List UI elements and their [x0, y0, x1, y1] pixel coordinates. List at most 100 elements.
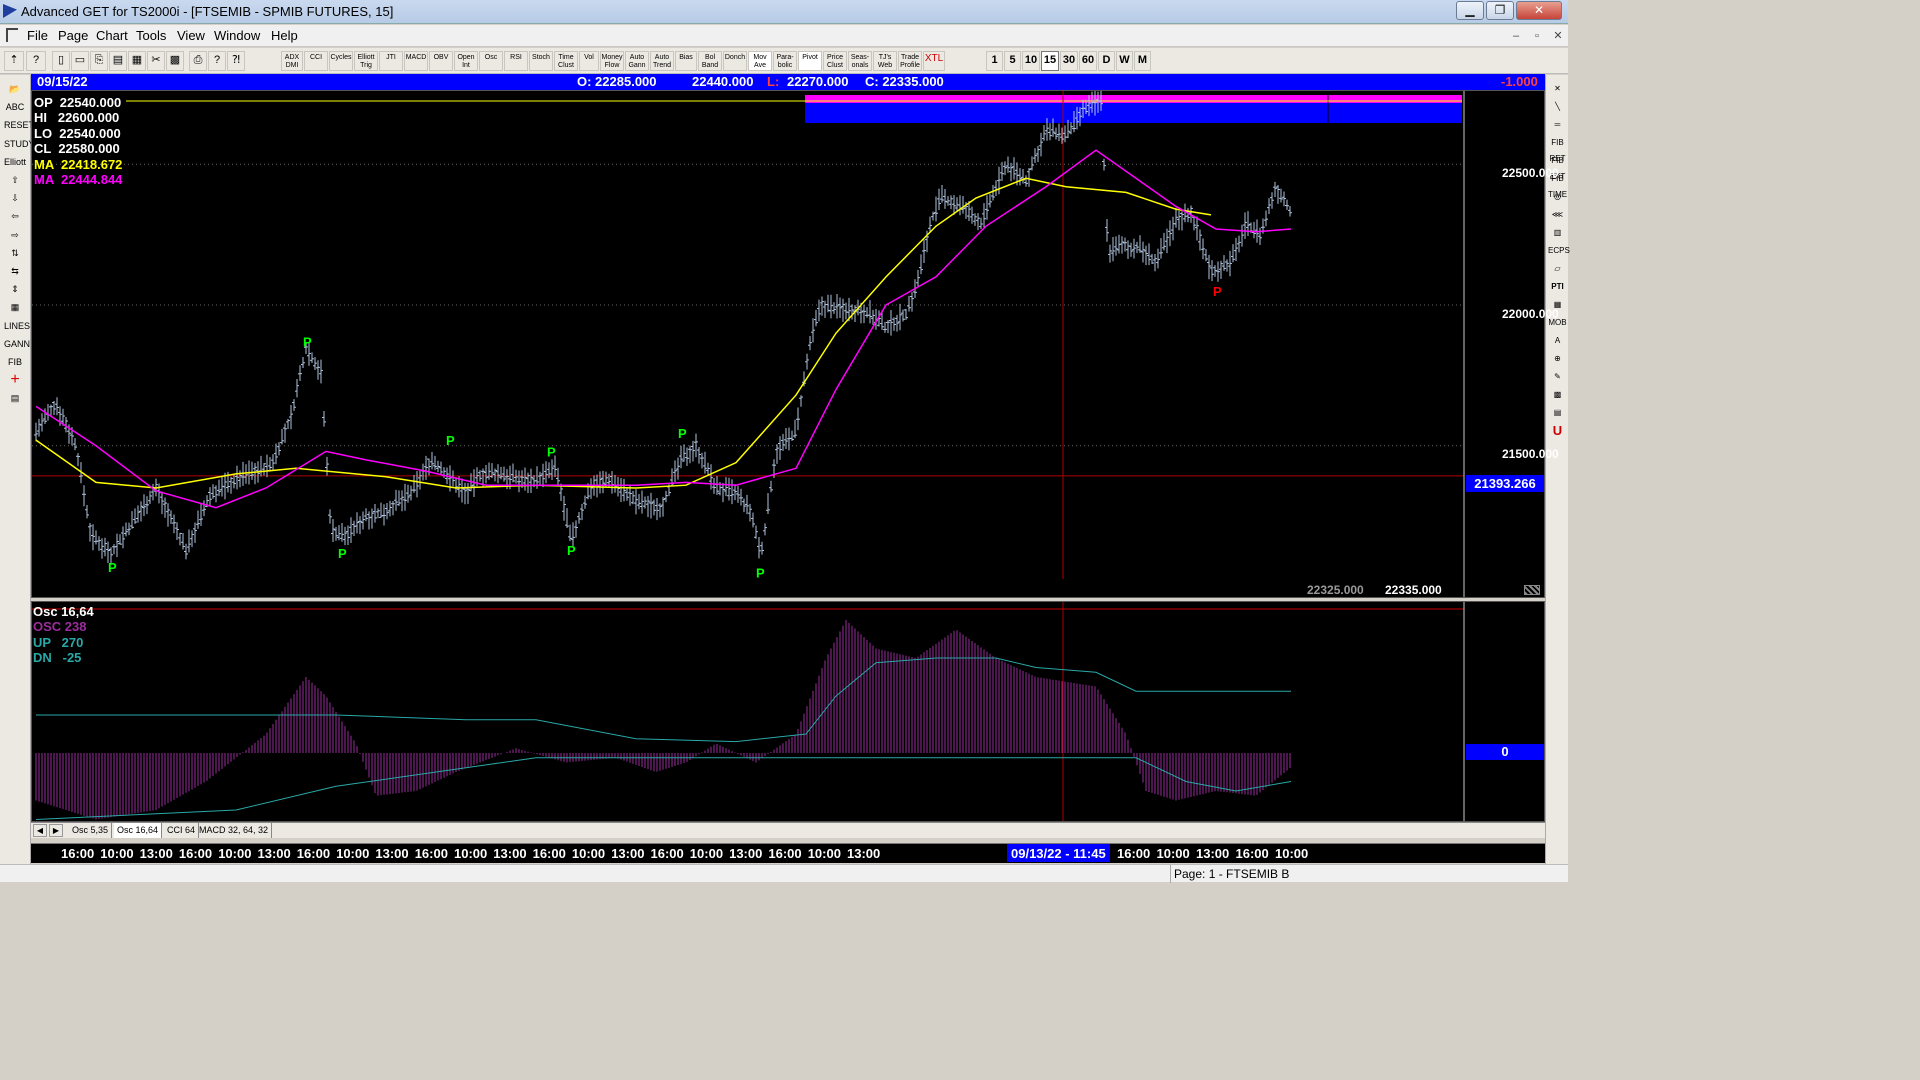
study-button-vol[interactable]: Vol [579, 51, 599, 71]
study-button-rsi[interactable]: RSI [504, 51, 528, 71]
right-tool-0-icon[interactable]: ✕ [1548, 81, 1567, 97]
menu-window[interactable]: Window [214, 28, 260, 43]
study-button-bias[interactable]: Bias [675, 51, 697, 71]
right-tool-6-icon[interactable]: ◎ [1548, 189, 1567, 205]
tab-macd[interactable]: MACD 32, 64, 32 [196, 823, 273, 838]
study-button-donch[interactable]: Donch [723, 51, 747, 71]
study-button-trade-profile[interactable]: Trade Profile [898, 51, 922, 71]
tab-osc-5-35[interactable]: Osc 5,35 [69, 823, 113, 838]
interval-button-60[interactable]: 60 [1079, 51, 1097, 71]
close-button[interactable]: ✕ [1516, 1, 1562, 20]
price-chart-panel[interactable]: P P P P P P P P P OP 22540.000 HI 22600.000 LO 2… [31, 90, 1559, 598]
left-tool-5-icon[interactable]: ⇧ [4, 172, 26, 188]
resize-grip-icon[interactable] [1524, 585, 1540, 595]
right-tool-15-icon[interactable]: ⊕ [1548, 351, 1567, 367]
right-tool-17-icon[interactable]: ▩ [1548, 387, 1567, 403]
study-button-macd[interactable]: MACD [404, 51, 428, 71]
right-tool-9-icon[interactable]: ECPS [1548, 243, 1570, 259]
right-tool-16-icon[interactable]: ✎ [1548, 369, 1567, 385]
study-button-price-clust[interactable]: Price Clust [823, 51, 847, 71]
context-help-icon[interactable]: ⁈ [227, 51, 245, 71]
left-tool-9-icon[interactable]: ⇅ [4, 245, 26, 261]
mdi-restore-button[interactable]: ▫ [1528, 28, 1546, 44]
study-button-para-bolic[interactable]: Para-bolic [773, 51, 797, 71]
study-button-obv[interactable]: OBV [429, 51, 453, 71]
new-page-icon[interactable]: ▯ [52, 51, 70, 71]
tab-scroll-left-icon[interactable]: ◀ [33, 824, 47, 837]
interval-button-1[interactable]: 1 [986, 51, 1003, 71]
tab-osc-16-64[interactable]: Osc 16,64 [114, 823, 163, 838]
restore-button[interactable]: ❐ [1486, 1, 1514, 20]
grid-icon[interactable]: ▩ [166, 51, 184, 71]
paste-icon[interactable]: ▤ [109, 51, 127, 71]
tab-scroll-right-icon[interactable]: ▶ [49, 824, 63, 837]
mdi-close-button[interactable]: ✕ [1549, 28, 1567, 44]
study-button-open-int[interactable]: Open Int [454, 51, 478, 71]
study-button-money-flow[interactable]: Money Flow [600, 51, 624, 71]
left-tool-14-icon[interactable]: GANN [4, 336, 30, 352]
study-button-auto-trend[interactable]: Auto Trend [650, 51, 674, 71]
menu-file[interactable]: File [27, 28, 48, 43]
study-button-bol-band[interactable]: Bol Band [698, 51, 722, 71]
right-tool-7-icon[interactable]: ⋘ [1548, 207, 1567, 223]
study-button-xtl[interactable]: XTL [923, 51, 945, 71]
study-button-seas-onals[interactable]: Seas-onals [848, 51, 872, 71]
study-button-stoch[interactable]: Stoch [529, 51, 553, 71]
right-tool-19-icon[interactable]: U [1548, 423, 1567, 439]
cut-icon[interactable]: ✂ [147, 51, 165, 71]
minimize-button[interactable]: ▁ [1456, 1, 1484, 20]
right-tool-11-icon[interactable]: PTI [1548, 279, 1567, 295]
study-button-jti[interactable]: JTI [379, 51, 403, 71]
left-tool-8-icon[interactable]: ⇨ [4, 227, 26, 243]
left-tool-16-icon[interactable]: + [4, 372, 26, 388]
right-tool-18-icon[interactable]: ▤ [1548, 405, 1567, 421]
study-button-time-clust[interactable]: Time Clust [554, 51, 578, 71]
study-button-cycles[interactable]: Cycles [329, 51, 353, 71]
left-tool-11-icon[interactable]: ⇕ [4, 281, 26, 297]
left-tool-17-icon[interactable]: ▤ [4, 390, 26, 406]
price-chart[interactable]: P P P P P P P P P [32, 91, 1544, 597]
study-button-auto-gann[interactable]: Auto Gann [625, 51, 649, 71]
study-button-mov-ave[interactable]: Mov Ave [748, 51, 772, 71]
tab-cci-64[interactable]: CCI 64 [164, 823, 200, 838]
menu-view[interactable]: View [177, 28, 205, 43]
study-button-adx-dmi[interactable]: ADX DMI [281, 51, 303, 71]
interval-button-30[interactable]: 30 [1060, 51, 1078, 71]
interval-button-d[interactable]: D [1098, 51, 1115, 71]
left-tool-12-icon[interactable]: ▦ [4, 299, 26, 315]
right-tool-3-icon[interactable]: FIB RET [1548, 135, 1567, 163]
left-tool-2-icon[interactable]: RESET [4, 117, 34, 133]
mdi-document-icon[interactable] [6, 28, 18, 42]
oscillator-panel[interactable]: Osc 16,64 OSC 238 UP 270 DN -25 0 [31, 601, 1545, 822]
left-tool-6-icon[interactable]: ⇩ [4, 190, 26, 206]
left-tool-10-icon[interactable]: ⇆ [4, 263, 26, 279]
interval-button-15[interactable]: 15 [1041, 51, 1059, 71]
study-button-elliott-trig[interactable]: Elliott Trig [354, 51, 378, 71]
interval-button-m[interactable]: M [1134, 51, 1151, 71]
study-button-tj-s-web[interactable]: TJ's Web [873, 51, 897, 71]
menu-tools[interactable]: Tools [136, 28, 166, 43]
menu-chart[interactable]: Chart [96, 28, 128, 43]
cursor-tool-icon[interactable]: ⇡ [4, 51, 24, 71]
study-button-osc[interactable]: Osc [479, 51, 503, 71]
menu-page[interactable]: Page [58, 28, 88, 43]
left-tool-13-icon[interactable]: LINES [4, 318, 30, 334]
print-icon[interactable]: ⎙ [189, 51, 207, 71]
help-icon[interactable]: ? [208, 51, 226, 71]
left-tool-7-icon[interactable]: ⇦ [4, 208, 26, 224]
interval-button-5[interactable]: 5 [1004, 51, 1021, 71]
right-tool-1-icon[interactable]: ╲ [1548, 99, 1567, 115]
right-tool-2-icon[interactable]: ═ [1548, 117, 1567, 133]
left-tool-1-icon[interactable]: ABC [4, 99, 26, 115]
study-button-cci[interactable]: CCI [304, 51, 328, 71]
copy-icon[interactable]: ⎘ [90, 51, 108, 71]
right-tool-8-icon[interactable]: ▥ [1548, 225, 1567, 241]
help-query-icon[interactable]: ? [26, 51, 46, 71]
interval-button-10[interactable]: 10 [1022, 51, 1040, 71]
left-tool-0-icon[interactable]: 📂 [4, 81, 26, 97]
interval-button-w[interactable]: W [1116, 51, 1133, 71]
left-tool-4-icon[interactable]: Elliott [4, 154, 26, 170]
right-tool-14-icon[interactable]: A [1548, 333, 1567, 349]
menu-help[interactable]: Help [271, 28, 298, 43]
left-tool-3-icon[interactable]: STUDY [4, 136, 35, 152]
